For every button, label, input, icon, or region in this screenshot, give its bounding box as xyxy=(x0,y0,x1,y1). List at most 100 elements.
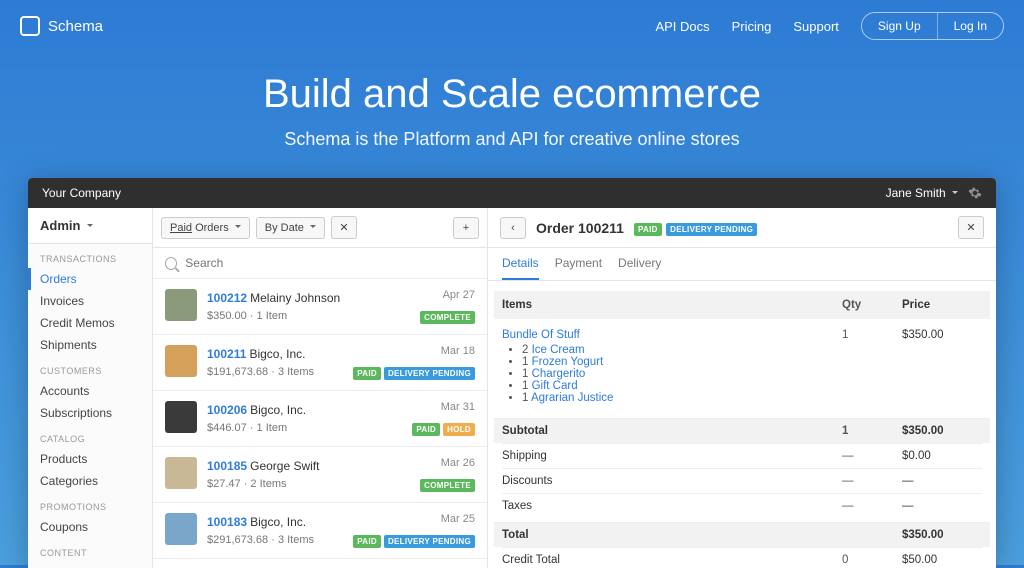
sidebar-item-invoices[interactable]: Invoices xyxy=(28,290,152,312)
order-meta: $27.47 · 2 Items xyxy=(207,478,287,490)
status-badge: COMPLETE xyxy=(420,479,475,492)
nav-links: API Docs Pricing Support Sign Up Log In xyxy=(655,12,1004,40)
bundle-row: Bundle Of Stuff 2 Ice Cream1 Frozen Yogu… xyxy=(502,323,982,414)
order-thumb xyxy=(165,345,197,377)
order-badges: PAIDHOLD xyxy=(412,423,475,436)
summary-price: — xyxy=(902,475,982,487)
summary-row: Taxes—— xyxy=(502,493,982,518)
bundle-item-link[interactable]: Chargerito xyxy=(532,368,586,380)
order-id[interactable]: 100206 xyxy=(207,403,247,417)
summary-qty: 1 xyxy=(842,425,902,437)
order-row[interactable]: 100185 George Swift $27.47 · 2 Items Mar… xyxy=(153,447,487,503)
bundle-price: $350.00 xyxy=(902,329,982,408)
search-icon xyxy=(165,257,177,270)
order-row[interactable]: 100206 Bigco, Inc. $446.07 · 1 Item Mar … xyxy=(153,391,487,447)
filter-paid-text: Paid xyxy=(170,222,192,234)
item-table: Items Qty Price Bundle Of Stuff 2 Ice Cr… xyxy=(488,281,996,568)
sidebar-item-categories[interactable]: Categories xyxy=(28,470,152,492)
bundle-line-item: 1 Chargerito xyxy=(522,368,842,380)
summary-qty: — xyxy=(842,500,902,512)
sidebar-section-title: CONTENT xyxy=(28,538,152,562)
filter-by-date[interactable]: By Date xyxy=(256,217,325,239)
brand-name: Schema xyxy=(48,18,103,35)
order-id[interactable]: 100183 xyxy=(207,515,247,529)
brand-icon xyxy=(20,16,40,36)
detail-title: Order 100211 xyxy=(536,220,624,236)
order-customer: Bigco, Inc. xyxy=(250,403,306,417)
filter-paid-orders[interactable]: Paid Orders xyxy=(161,217,250,239)
order-row[interactable]: 100182 Bigco, Inc. $291,673.68 · 3 Items… xyxy=(153,559,487,568)
summary-label: Subtotal xyxy=(502,425,842,437)
summary-price: $350.00 xyxy=(902,425,982,437)
auth-button-group: Sign Up Log In xyxy=(861,12,1004,40)
order-date: Mar 18 xyxy=(441,345,475,357)
order-badges: PAIDDELIVERY PENDING xyxy=(353,367,475,380)
header-price: Price xyxy=(902,299,982,311)
sidebar-item-orders[interactable]: Orders xyxy=(28,268,152,290)
sidebar-item-subscriptions[interactable]: Subscriptions xyxy=(28,402,152,424)
order-id[interactable]: 100212 xyxy=(207,291,247,305)
order-thumb xyxy=(165,289,197,321)
nav-api-docs[interactable]: API Docs xyxy=(655,19,709,34)
sidebar-section-title: CATALOG xyxy=(28,424,152,448)
summary-label: Shipping xyxy=(502,450,842,462)
back-button[interactable]: ‹ xyxy=(500,217,526,239)
order-customer: George Swift xyxy=(250,459,319,473)
filter-bar: Paid Orders By Date ✕ + xyxy=(153,208,487,248)
status-badge: HOLD xyxy=(443,423,475,436)
tab-details[interactable]: Details xyxy=(502,256,539,280)
order-id[interactable]: 100211 xyxy=(207,347,246,361)
nav-support[interactable]: Support xyxy=(793,19,839,34)
summary-row: Shipping—$0.00 xyxy=(502,443,982,468)
nav-pricing[interactable]: Pricing xyxy=(732,19,772,34)
order-customer: Melainy Johnson xyxy=(250,291,340,305)
login-button[interactable]: Log In xyxy=(938,13,1003,39)
order-id[interactable]: 100185 xyxy=(207,459,247,473)
gear-icon[interactable] xyxy=(968,186,982,200)
order-meta: $191,673.68 · 3 Items xyxy=(207,366,314,378)
admin-dropdown[interactable]: Admin xyxy=(28,208,152,244)
summary-qty: 0 xyxy=(842,554,902,566)
add-button[interactable]: + xyxy=(453,217,479,239)
order-date: Mar 26 xyxy=(441,457,475,469)
brand[interactable]: Schema xyxy=(20,16,103,36)
bundle-item-link[interactable]: Frozen Yogurt xyxy=(532,356,604,368)
order-row[interactable]: 100183 Bigco, Inc. $291,673.68 · 3 Items… xyxy=(153,503,487,559)
bundle-item-link[interactable]: Gift Card xyxy=(532,380,578,392)
status-badge: PAID xyxy=(353,535,381,548)
tab-delivery[interactable]: Delivery xyxy=(618,256,661,280)
status-badge: PAID xyxy=(634,223,662,236)
tab-payment[interactable]: Payment xyxy=(555,256,602,280)
bundle-line-item: 1 Gift Card xyxy=(522,380,842,392)
sidebar-item-shipments[interactable]: Shipments xyxy=(28,334,152,356)
summary-price: $350.00 xyxy=(902,529,982,541)
filter-bydate-text: By Date xyxy=(265,222,304,234)
order-row[interactable]: 100211 Bigco, Inc. $191,673.68 · 3 Items… xyxy=(153,335,487,391)
sidebar-item-credit-memos[interactable]: Credit Memos xyxy=(28,312,152,334)
summary-price: $0.00 xyxy=(902,450,982,462)
order-meta: $291,673.68 · 3 Items xyxy=(207,534,314,546)
user-menu[interactable]: Jane Smith xyxy=(886,186,958,200)
order-badges: COMPLETE xyxy=(420,479,475,492)
order-list: 100212 Melainy Johnson $350.00 · 1 Item … xyxy=(153,279,487,568)
close-button[interactable]: ✕ xyxy=(958,216,984,239)
sidebar-item-coupons[interactable]: Coupons xyxy=(28,516,152,538)
detail-badges: PAID DELIVERY PENDING xyxy=(634,219,757,237)
search-row xyxy=(153,248,487,279)
sidebar-section-title: PROMOTIONS xyxy=(28,492,152,516)
sidebar: Admin TRANSACTIONSOrdersInvoicesCredit M… xyxy=(28,208,153,568)
order-badges: PAIDDELIVERY PENDING xyxy=(353,535,475,548)
orders-column: Paid Orders By Date ✕ + 100212 Melainy J… xyxy=(153,208,488,568)
search-input[interactable] xyxy=(185,256,475,270)
clear-filter-button[interactable]: ✕ xyxy=(331,216,357,239)
signup-button[interactable]: Sign Up xyxy=(862,13,938,39)
bundle-item-link[interactable]: Ice Cream xyxy=(532,344,585,356)
status-badge: PAID xyxy=(412,423,440,436)
bundle-item-link[interactable]: Agrarian Justice xyxy=(531,392,613,404)
order-row[interactable]: 100212 Melainy Johnson $350.00 · 1 Item … xyxy=(153,279,487,335)
sidebar-item-products[interactable]: Products xyxy=(28,448,152,470)
bundle-link[interactable]: Bundle Of Stuff xyxy=(502,329,580,341)
sidebar-item-accounts[interactable]: Accounts xyxy=(28,380,152,402)
order-date: Apr 27 xyxy=(443,289,475,301)
app-topbar: Your Company Jane Smith xyxy=(28,178,996,208)
